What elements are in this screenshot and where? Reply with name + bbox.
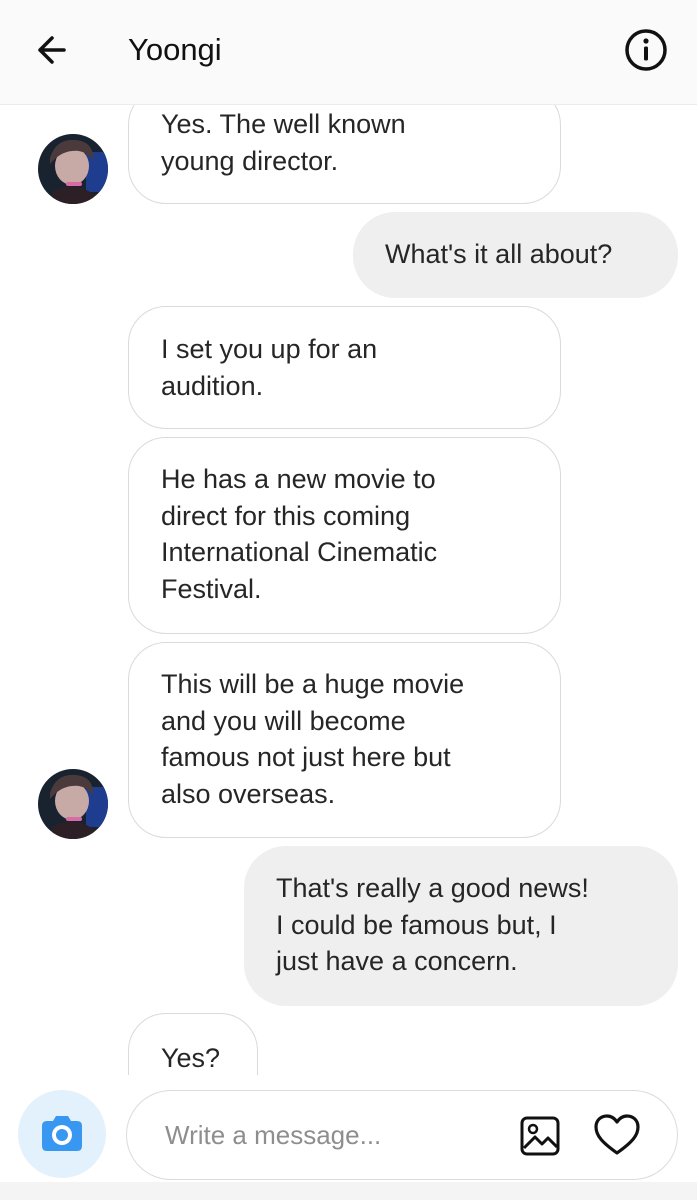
message-line: Yes. The well known xyxy=(161,109,406,139)
chat-header: Yoongi xyxy=(0,0,697,105)
message-line: direct for this coming xyxy=(161,500,411,531)
message-bubble-incoming[interactable]: This will be a huge movie and you will b… xyxy=(128,642,561,838)
message-line: What's it all about? xyxy=(385,239,613,269)
message-bubble-incoming[interactable]: Yes. The well known young director. xyxy=(128,105,561,204)
message-line: He has a new movie to xyxy=(161,464,436,494)
message-bubble-outgoing[interactable]: That's really a good news! I could be fa… xyxy=(244,846,678,1006)
message-input[interactable]: Write a message... xyxy=(126,1090,678,1180)
info-circle-icon[interactable] xyxy=(622,26,670,74)
contact-avatar[interactable] xyxy=(38,769,108,839)
message-line: and you will become xyxy=(161,705,406,736)
message-bubble-outgoing[interactable]: What's it all about? xyxy=(353,212,678,298)
message-line: famous not just here but xyxy=(161,742,451,772)
message-bubble-incoming[interactable]: Yes? xyxy=(128,1013,258,1075)
message-line: International Cinematic xyxy=(161,537,438,567)
image-icon[interactable] xyxy=(520,1116,560,1156)
message-bubble-incoming[interactable]: He has a new movie to direct for this co… xyxy=(128,437,561,634)
message-line: This will be a huge movie xyxy=(161,669,465,699)
message-line: I set you up for an xyxy=(161,334,378,364)
avatar-photo xyxy=(38,134,108,204)
arrow-left-icon[interactable] xyxy=(30,30,78,70)
message-line: Yes? xyxy=(161,1043,221,1073)
message-input-placeholder: Write a message... xyxy=(165,1120,382,1150)
message-line: just have a concern. xyxy=(276,946,518,976)
avatar-photo xyxy=(38,769,108,839)
contact-avatar[interactable] xyxy=(38,134,108,204)
camera-button[interactable] xyxy=(18,1090,106,1178)
message-line: I could be famous but, I xyxy=(276,909,557,940)
heart-icon[interactable] xyxy=(593,1112,641,1158)
message-line: Festival. xyxy=(161,573,262,604)
conversation-title[interactable]: Yoongi xyxy=(128,30,222,70)
message-bubble-incoming[interactable]: I set you up for an audition. xyxy=(128,306,561,429)
message-line: audition. xyxy=(161,370,264,401)
message-thread[interactable]: Yes. The well known young director. What… xyxy=(0,105,697,1075)
message-line: young director. xyxy=(161,145,339,176)
camera-icon xyxy=(21,1093,103,1175)
bottom-bar xyxy=(0,1182,697,1200)
message-line: also overseas. xyxy=(161,778,336,809)
message-line: That's really a good news! xyxy=(276,873,589,903)
